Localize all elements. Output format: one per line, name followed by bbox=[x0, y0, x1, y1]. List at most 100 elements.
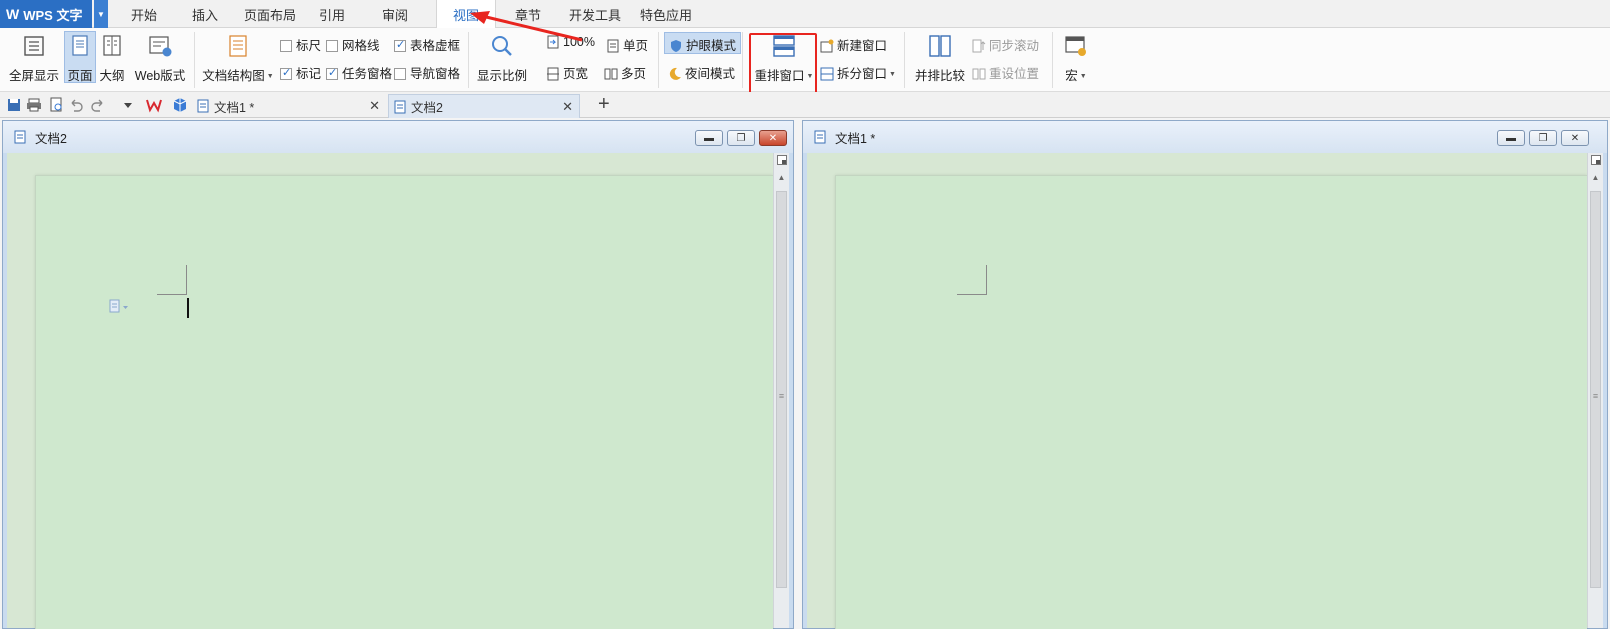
table-gridlines-label: 表格虚框 bbox=[410, 39, 461, 53]
page-view-icon bbox=[72, 35, 88, 56]
redo-icon[interactable] bbox=[90, 97, 106, 113]
task-pane-checkbox[interactable]: 任务窗格 bbox=[326, 63, 392, 82]
app-name: WPS 文字 bbox=[23, 7, 83, 23]
markup-checkbox[interactable]: 标记 bbox=[280, 63, 321, 82]
sync-scroll-button[interactable]: 同步滚动 bbox=[972, 35, 1039, 54]
one-page-button[interactable]: 单页 bbox=[606, 35, 648, 54]
task-pane-label: 任务窗格 bbox=[342, 67, 393, 81]
outline-view-label: 大纲 bbox=[99, 69, 125, 83]
ribbon-separator bbox=[742, 32, 743, 88]
scroll-thumb[interactable] bbox=[1590, 191, 1601, 588]
tab-special-apps[interactable]: 特色应用 bbox=[632, 0, 700, 28]
close-icon[interactable]: ✕ bbox=[369, 98, 380, 114]
tab-home[interactable]: 开始 bbox=[114, 0, 174, 28]
page-width-button[interactable]: 页宽 bbox=[546, 63, 588, 82]
split-window-icon bbox=[820, 67, 834, 81]
multi-page-label: 多页 bbox=[621, 67, 647, 81]
doc-map-button[interactable]: 文档结构图 ▼ bbox=[202, 34, 274, 84]
doc-tab-1-title: 文档1 * bbox=[214, 100, 255, 115]
app-menu-dropdown-icon[interactable]: ▼ bbox=[94, 0, 108, 28]
multi-page-button[interactable]: 多页 bbox=[604, 63, 646, 82]
side-by-side-button[interactable]: 并排比较 bbox=[912, 34, 968, 84]
close-icon: ✕ bbox=[768, 132, 778, 144]
ribbon-separator bbox=[194, 32, 195, 88]
arrange-windows-highlight-box bbox=[749, 33, 817, 97]
undo-icon[interactable] bbox=[68, 97, 84, 113]
web-layout-icon bbox=[149, 36, 172, 57]
scroll-up-arrow-icon[interactable]: ▲ bbox=[1588, 173, 1603, 182]
wps-cloud-icon[interactable] bbox=[146, 97, 162, 113]
restore-button[interactable]: ❐ bbox=[1529, 130, 1557, 146]
vertical-scrollbar-right[interactable]: ▲ ≡ bbox=[1587, 153, 1603, 628]
minimize-button[interactable]: ▬ bbox=[1497, 130, 1525, 146]
text-cursor bbox=[187, 298, 189, 318]
night-mode-button[interactable]: 夜间模式 bbox=[668, 63, 735, 82]
app-menu-button[interactable]: W WPS 文字 bbox=[0, 0, 92, 28]
cube-icon[interactable] bbox=[172, 97, 188, 113]
doc-tab-2[interactable]: 文档2 ✕ bbox=[388, 94, 580, 118]
page-width-icon bbox=[547, 67, 559, 81]
scroll-up-arrow-icon[interactable]: ▲ bbox=[774, 173, 789, 182]
eye-mode-button[interactable]: 护眼模式 bbox=[664, 32, 742, 54]
document-icon bbox=[14, 130, 26, 144]
task-pane-check-icon bbox=[326, 66, 338, 80]
document-window-left-title: 文档2 bbox=[35, 131, 67, 146]
sync-scroll-label: 同步滚动 bbox=[989, 39, 1040, 53]
paste-options-icon[interactable] bbox=[108, 299, 130, 315]
document-page-left[interactable] bbox=[35, 175, 773, 629]
ruler-checkbox[interactable]: 标尺 bbox=[280, 35, 321, 54]
new-window-button[interactable]: 新建窗口 bbox=[820, 35, 887, 54]
table-gridlines-checkbox[interactable]: 表格虚框 bbox=[394, 35, 460, 54]
macro-button[interactable]: 宏 ▼ bbox=[1058, 34, 1094, 84]
macro-icon bbox=[1065, 36, 1086, 56]
new-tab-plus-icon[interactable]: + bbox=[598, 93, 610, 116]
split-view-icon[interactable] bbox=[777, 155, 787, 165]
document-window-right-title: 文档1 * bbox=[835, 131, 876, 146]
split-view-icon[interactable] bbox=[1591, 155, 1601, 165]
document-page-right[interactable] bbox=[835, 175, 1587, 629]
vertical-scrollbar-left[interactable]: ▲ ≡ bbox=[773, 153, 789, 628]
minimize-icon: ▬ bbox=[704, 132, 714, 144]
restore-icon: ❐ bbox=[1538, 132, 1548, 144]
document-icon bbox=[814, 130, 826, 144]
doc-tab-2-title: 文档2 bbox=[411, 101, 443, 115]
page-view-button[interactable]: 页面 bbox=[64, 31, 96, 83]
split-window-button[interactable]: 拆分窗口 ▼ bbox=[820, 63, 896, 82]
document-area-right bbox=[807, 153, 1587, 629]
restore-button[interactable]: ❐ bbox=[727, 130, 755, 146]
close-button[interactable]: ✕ bbox=[759, 130, 787, 146]
outline-view-button[interactable]: 大纲 bbox=[98, 34, 126, 84]
tab-page-layout[interactable]: 页面布局 bbox=[238, 0, 302, 28]
table-gridlines-check-icon bbox=[394, 38, 406, 52]
fullscreen-button[interactable]: 全屏显示 bbox=[8, 34, 60, 84]
reset-position-button[interactable]: 重设位置 bbox=[972, 63, 1039, 82]
nav-pane-checkbox[interactable]: 导航窗格 bbox=[394, 63, 460, 82]
customize-dropdown-icon[interactable] bbox=[120, 97, 136, 113]
markup-check-icon bbox=[280, 66, 292, 80]
new-window-label: 新建窗口 bbox=[837, 39, 888, 53]
scroll-thumb[interactable] bbox=[776, 191, 787, 588]
margin-corner-mark bbox=[957, 265, 987, 295]
gridlines-checkbox[interactable]: 网格线 bbox=[326, 35, 380, 54]
gridlines-check-icon bbox=[326, 40, 338, 52]
tab-insert[interactable]: 插入 bbox=[176, 0, 234, 28]
close-button[interactable]: ✕ bbox=[1561, 130, 1589, 146]
close-icon[interactable]: ✕ bbox=[562, 99, 573, 115]
document-window-right-titlebar: 文档1 * bbox=[803, 121, 1607, 153]
reset-position-icon bbox=[972, 68, 986, 80]
outline-view-icon bbox=[103, 35, 121, 56]
print-preview-icon[interactable] bbox=[48, 97, 64, 113]
tab-references[interactable]: 引用 bbox=[306, 0, 358, 28]
print-icon[interactable] bbox=[26, 97, 42, 113]
sync-scroll-icon bbox=[972, 39, 986, 53]
tab-review[interactable]: 审阅 bbox=[368, 0, 422, 28]
web-layout-button[interactable]: Web版式 bbox=[132, 34, 188, 84]
doc-map-label: 文档结构图 bbox=[202, 69, 265, 83]
doc-tab-1[interactable]: 文档1 * ✕ bbox=[192, 94, 386, 118]
red-arrow-annotation bbox=[470, 11, 583, 42]
save-icon[interactable] bbox=[6, 97, 22, 113]
wps-logo-icon: W bbox=[6, 6, 20, 22]
page-view-label: 页面 bbox=[67, 69, 93, 83]
quick-access-bar: 文档1 * ✕ 文档2 ✕ + bbox=[0, 92, 1610, 118]
minimize-button[interactable]: ▬ bbox=[695, 130, 723, 146]
